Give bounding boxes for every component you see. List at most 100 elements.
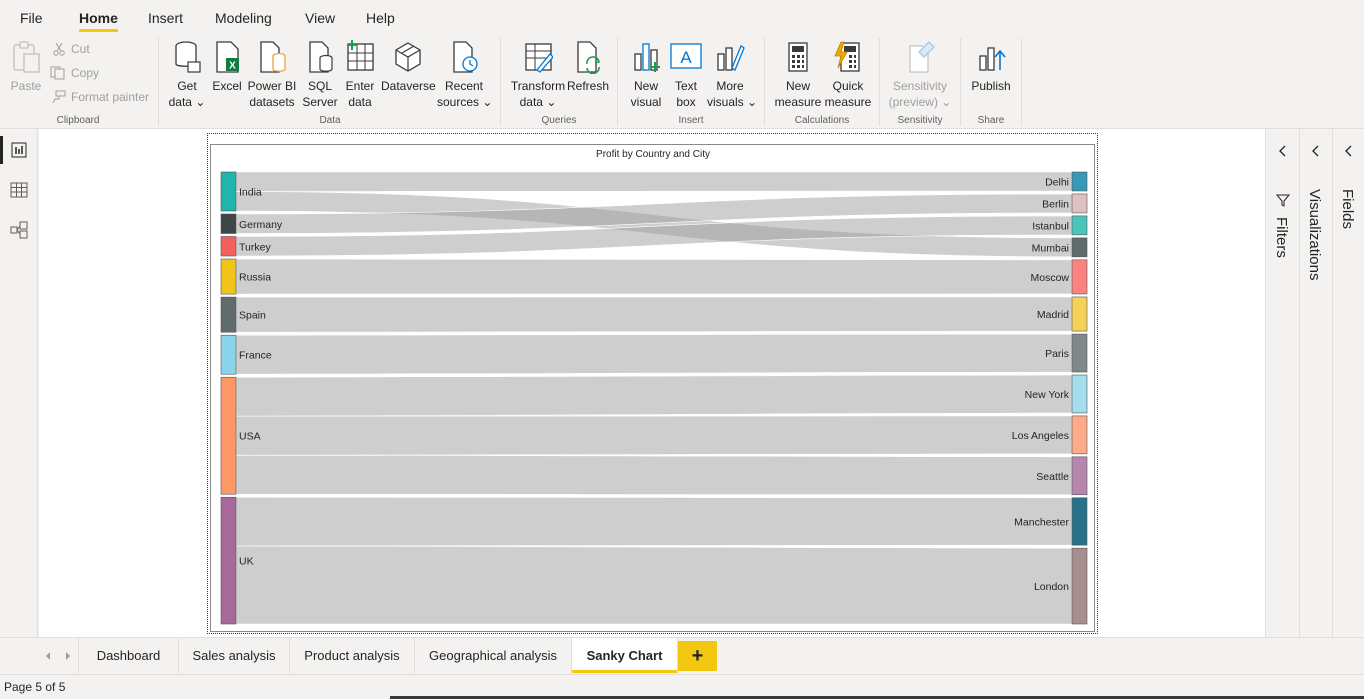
ribbon-separator [500,38,501,126]
ribbon-separator [617,38,618,126]
sankey-node[interactable] [1071,193,1088,214]
get-data-button[interactable]: Get data ⌄ [166,40,208,110]
copy-button[interactable]: Copy [50,66,99,80]
add-page-button[interactable]: + [678,641,717,671]
sankey-node[interactable] [220,334,237,375]
more-visuals-button[interactable]: More visuals ⌄ [707,40,757,110]
sankey-node[interactable] [1071,456,1088,496]
text-box-button[interactable]: A Text box [668,40,704,110]
queries-group-label: Queries [541,115,577,126]
dataverse-button[interactable]: Dataverse [381,40,436,94]
chevron-right-icon[interactable] [63,650,73,662]
sankey-node[interactable] [1071,215,1088,236]
page-tab-sanky-chart[interactable]: Sanky Chart [572,638,678,673]
new-measure-label: New [785,79,810,93]
sankey-link[interactable] [235,333,1073,375]
fields-pane[interactable]: Fields [1332,129,1364,637]
sankey-link[interactable] [235,415,1073,456]
sankey-node[interactable] [1071,259,1088,295]
sensitivity-button[interactable]: Sensitivity (preview) ⌄ [888,40,952,110]
chevron-left-icon[interactable] [43,650,53,662]
new-visual-button[interactable]: New visual [628,40,664,110]
publish-button[interactable]: Publish [968,40,1014,94]
refresh-button[interactable]: Refresh [567,40,609,94]
sankey-node[interactable] [1071,171,1088,192]
ribbon: Paste Cut Copy Format painter Clipboard … [0,36,1364,129]
sankey-node[interactable] [1071,237,1088,258]
chart-title: Profit by Country and City [596,149,710,160]
insert-group-label: Insert [678,115,704,126]
recent-sources-button[interactable]: Recent sources ⌄ [437,40,492,110]
sankey-node-label: India [239,187,262,199]
sankey-node[interactable] [220,236,237,257]
visualizations-pane[interactable]: Visualizations [1299,129,1332,637]
sankey-node[interactable] [1071,415,1088,455]
chevron-left-icon[interactable] [1341,143,1357,159]
sankey-node[interactable] [1071,296,1088,332]
new-visual-label: New [633,79,658,93]
menu-tab-insert[interactable]: Insert [148,10,183,26]
cut-button[interactable]: Cut [52,42,90,56]
sankey-link[interactable] [235,496,1073,547]
data-view-button[interactable] [0,172,38,208]
sankey-node[interactable] [1071,497,1088,546]
publish-label: Publish [971,79,1011,93]
sankey-node-label: Madrid [1037,309,1069,321]
sankey-link[interactable] [235,171,1073,192]
transform-data-button[interactable]: Transform data ⌄ [509,40,567,110]
page-tab-geographical-analysis[interactable]: Geographical analysis [415,638,572,673]
chevron-left-icon[interactable] [1308,143,1324,159]
sankey-node[interactable] [1071,374,1088,414]
sankey-node-label: UK [239,556,254,568]
sankey-node[interactable] [220,376,237,495]
model-view-button[interactable] [0,212,38,248]
sankey-visual-selection[interactable]: India Germany Turkey Russia Spain France USA UK… [207,133,1098,634]
sankey-node[interactable] [220,171,237,212]
menu-tab-home[interactable]: Home [79,10,118,32]
sankey-node[interactable] [1071,547,1088,625]
sankey-link[interactable] [235,545,1073,625]
sankey-node[interactable] [220,258,237,295]
format-painter-button[interactable]: Format painter [50,90,149,104]
new-measure-button[interactable]: New measure [774,40,822,110]
enter-data-button[interactable]: Enter data [342,40,378,110]
transform-data-label-2: data ⌄ [519,95,557,109]
sankey-visual[interactable]: India Germany Turkey Russia Spain France USA UK… [210,144,1095,632]
database-icon [175,41,201,73]
page-tab-product-analysis[interactable]: Product analysis [290,638,415,673]
filters-pane[interactable]: Filters [1265,129,1299,637]
cut-label: Cut [71,42,90,56]
menu-tab-file[interactable]: File [20,10,43,26]
excel-button[interactable]: X Excel [211,40,243,94]
page-tab-sales-analysis[interactable]: Sales analysis [179,638,290,673]
sankey-link[interactable] [235,296,1073,333]
sankey-node-label: Russia [239,272,271,284]
ribbon-separator [960,38,961,126]
powerbi-desktop-window: File Home Insert Modeling View Help Past… [0,0,1364,699]
menu-tab-view[interactable]: View [305,10,335,26]
sankey-node[interactable] [220,296,237,333]
sankey-node[interactable] [220,496,237,625]
report-view-button[interactable] [0,132,38,168]
sankey-node[interactable] [1071,333,1088,373]
sankey-link[interactable] [235,258,1073,295]
sankey-node-label: USA [239,431,261,443]
sankey-node[interactable] [220,213,237,234]
sql-server-label-2: Server [302,95,338,109]
excel-icon: X [216,41,239,73]
chevron-left-icon[interactable] [1275,143,1291,159]
sql-server-button[interactable]: SQL Server [302,40,338,110]
quick-measure-button[interactable]: Quick measure [824,40,872,110]
paste-button[interactable]: Paste [8,40,44,94]
page-tab-dashboard[interactable]: Dashboard [78,638,179,673]
menu-tab-modeling[interactable]: Modeling [215,10,272,26]
sankey-link[interactable] [235,374,1073,417]
get-data-label-2: data ⌄ [168,95,206,109]
menu-tab-help[interactable]: Help [366,10,395,26]
paste-icon [13,41,40,73]
sankey-node-label: Paris [1045,348,1069,360]
calculations-group-label: Calculations [794,115,850,126]
powerbi-datasets-button[interactable]: Power BI datasets [247,40,297,110]
sankey-node-label: Delhi [1045,176,1069,188]
sankey-link[interactable] [235,454,1073,496]
